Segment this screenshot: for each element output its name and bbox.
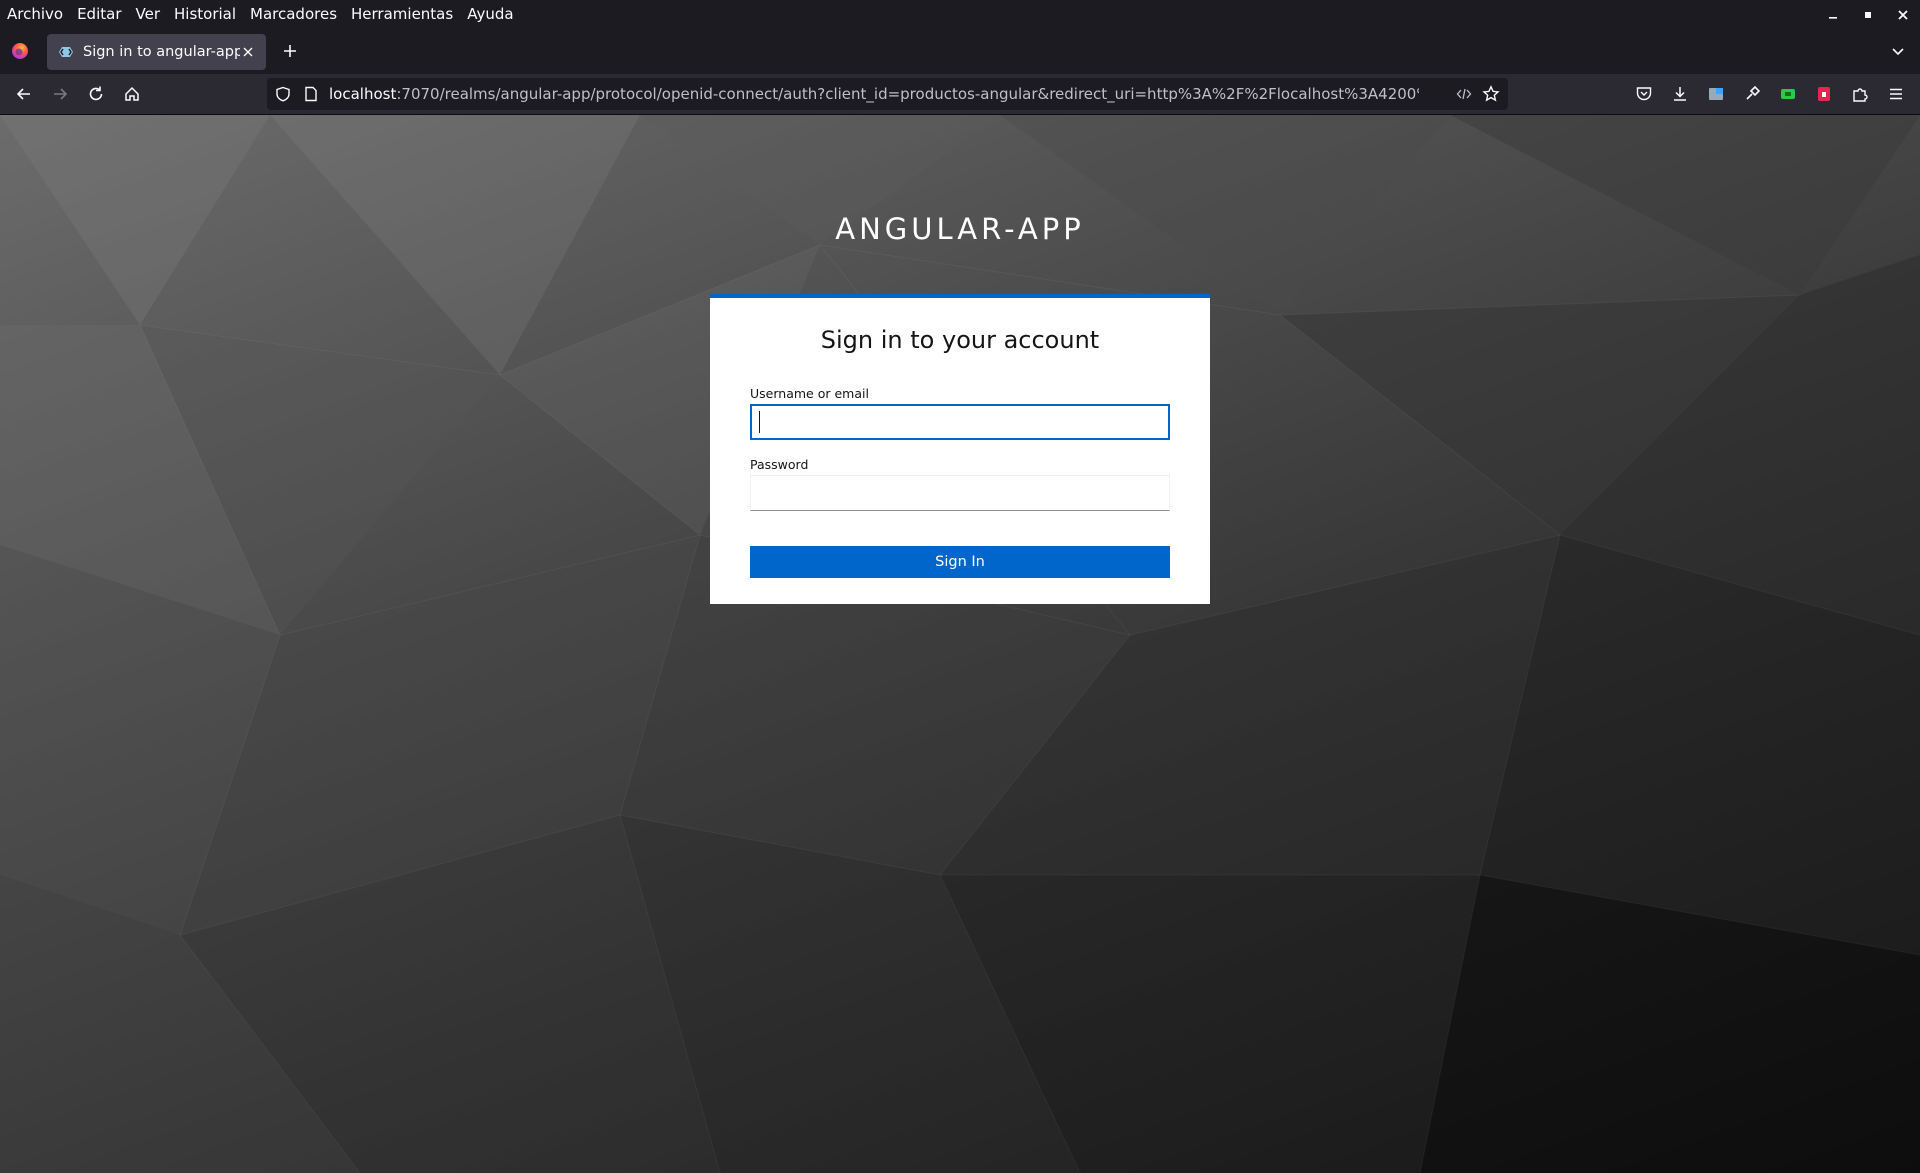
menu-historial[interactable]: Historial [167, 0, 243, 29]
menu-bar: Archivo Editar Ver Historial Marcadores … [0, 0, 1920, 29]
tracking-protection-button[interactable] [273, 84, 293, 104]
password-label: Password [750, 457, 809, 472]
close-icon [1897, 9, 1908, 20]
pocket-button[interactable] [1632, 82, 1656, 106]
lock-extension-icon [1818, 87, 1830, 101]
containers-extension-icon [1709, 88, 1723, 100]
arrow-right-icon [54, 88, 68, 100]
home-button[interactable] [120, 82, 144, 106]
arrow-left-icon [16, 88, 30, 100]
home-icon [125, 86, 139, 101]
polygon-background [0, 115, 1920, 1173]
card-title: Sign in to your account [820, 326, 1100, 354]
keycloak-favicon-icon [59, 47, 73, 57]
realm-title: ANGULAR-APP [835, 212, 1085, 247]
app-menu-button[interactable] [1884, 82, 1908, 106]
minimize-icon [1828, 16, 1837, 19]
navigation-bar: localhost:7070/realms/angular-app/protoc… [0, 74, 1920, 115]
menu-ayuda[interactable]: Ayuda [460, 0, 520, 29]
green-extension-icon [1781, 89, 1795, 99]
back-button[interactable] [12, 82, 36, 106]
url-host: localhost [329, 85, 397, 103]
extension-button-2[interactable] [1740, 82, 1764, 106]
text-caret [759, 411, 760, 433]
password-input[interactable] [750, 475, 1170, 511]
brush-extension-icon [1746, 85, 1761, 100]
login-card: Sign in to your account Username or emai… [710, 294, 1210, 604]
menu-ver[interactable]: Ver [129, 0, 168, 29]
menu-marcadores[interactable]: Marcadores [243, 0, 344, 29]
maximize-icon [1864, 11, 1871, 18]
downloads-button[interactable] [1668, 82, 1692, 106]
extension-button-3[interactable] [1776, 82, 1800, 106]
close-icon [243, 47, 253, 57]
firefox-logo-icon[interactable] [10, 41, 30, 61]
download-icon [1674, 87, 1686, 101]
menu-archivo[interactable]: Archivo [0, 0, 70, 29]
star-icon [1482, 85, 1500, 102]
pocket-icon [1636, 87, 1652, 101]
username-input[interactable] [750, 404, 1170, 440]
close-window-button[interactable] [1885, 0, 1920, 29]
shield-icon [276, 86, 290, 102]
extensions-button[interactable] [1848, 82, 1872, 106]
extension-containers-button[interactable] [1704, 82, 1728, 106]
forward-button[interactable] [48, 82, 72, 106]
window-controls [1815, 0, 1920, 29]
tab-close-button[interactable] [240, 44, 256, 60]
tab-title: Sign in to angular-app [83, 44, 240, 60]
page-icon [305, 86, 317, 102]
hamburger-menu-icon [1890, 88, 1902, 100]
username-label: Username or email [750, 386, 869, 401]
url-bar[interactable]: localhost:7070/realms/angular-app/protoc… [267, 78, 1508, 110]
login-page: ANGULAR-APP Sign in to your account User… [0, 115, 1920, 1173]
chevron-down-icon[interactable] [1888, 41, 1908, 61]
extension-button-4[interactable] [1812, 82, 1836, 106]
puzzle-icon [1853, 88, 1868, 102]
maximize-button[interactable] [1850, 0, 1885, 29]
reload-icon [89, 86, 103, 101]
reader-view-button[interactable] [1454, 84, 1474, 104]
new-tab-button[interactable] [280, 41, 300, 61]
code-icon [1456, 88, 1472, 100]
menu-herramientas[interactable]: Herramientas [344, 0, 460, 29]
minimize-button[interactable] [1815, 0, 1850, 29]
url-path: :7070/realms/angular-app/protocol/openid… [396, 85, 1419, 103]
tab-active[interactable]: Sign in to angular-app [47, 34, 266, 70]
tab-bar: Sign in to angular-app [0, 29, 1920, 74]
reload-button[interactable] [84, 82, 108, 106]
menu-editar[interactable]: Editar [70, 0, 128, 29]
page-info-button[interactable] [301, 84, 321, 104]
bookmark-star-button[interactable] [1481, 84, 1501, 104]
url-text[interactable]: localhost:7070/realms/angular-app/protoc… [329, 78, 1419, 110]
sign-in-button[interactable]: Sign In [750, 546, 1170, 578]
